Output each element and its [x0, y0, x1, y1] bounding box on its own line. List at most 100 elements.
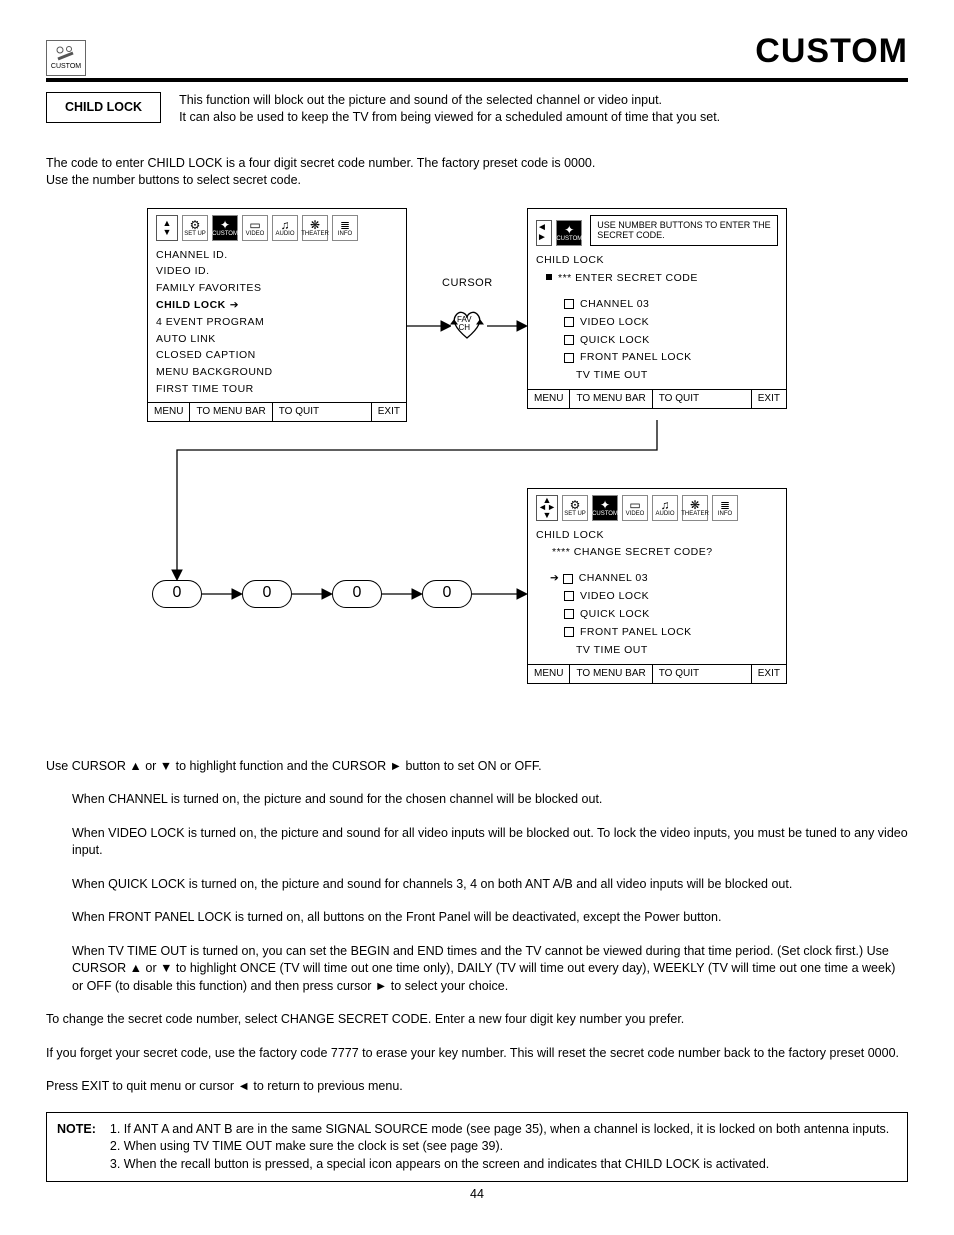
menu-list-1: CHANNEL ID. VIDEO ID. FAMILY FAVORITES C… [156, 247, 398, 398]
audio-icon: ♫AUDIO [272, 215, 298, 241]
theater-icon: ❋THEATER [682, 495, 708, 521]
menu-flow-diagram: ▲▼ ⚙SET UP ✦CUSTOM ▭VIDEO ♫AUDIO ❋THEATE… [47, 208, 907, 748]
menu-item-selected: CHILD LOCK➔ [156, 297, 398, 314]
footer-exit: EXIT [752, 390, 786, 408]
menu-panel-3: ▲▼ ◄► ⚙SET UP ✦CUSTOM ▭VIDEO ♫AUDIO ❋THE… [527, 488, 787, 684]
footer-quit: TO QUIT [653, 665, 752, 683]
footer-quit: TO QUIT [273, 403, 372, 421]
setup-icon: ⚙SET UP [182, 215, 208, 241]
flow-arrow-icon [487, 316, 527, 336]
header-rule [46, 78, 908, 82]
list-item: VIDEO LOCK [580, 316, 649, 328]
custom-tab-icon: ✦CUSTOM [556, 220, 582, 246]
note-3: 3. When the recall button is pressed, a … [110, 1156, 889, 1174]
list-item: CHANNEL 03 [579, 572, 648, 584]
instr-p4: When QUICK LOCK is turned on, the pictur… [72, 876, 908, 894]
instr-p3: When VIDEO LOCK is turned on, the pictur… [72, 825, 908, 860]
menu-item: MENU BACKGROUND [156, 364, 398, 381]
code-explain: The code to enter CHILD LOCK is a four d… [46, 155, 908, 190]
panel2-subtitle: *** ENTER SECRET CODE [558, 272, 698, 284]
panel-footer: MENU TO MENU BAR TO QUIT EXIT [528, 664, 786, 683]
custom-tab-icon: ✦CUSTOM [592, 495, 618, 521]
child-lock-intro: This function will block out the picture… [179, 92, 720, 127]
video-icon: ▭VIDEO [622, 495, 648, 521]
panel3-content: CHILD LOCK **** CHANGE SECRET CODE? ➔ CH… [536, 527, 778, 660]
menu-item: AUTO LINK [156, 331, 398, 348]
theater-icon: ❋THEATER [302, 215, 328, 241]
panel3-title: CHILD LOCK [536, 527, 778, 545]
instr-p8: If you forget your secret code, use the … [46, 1045, 908, 1063]
footer-menubar: TO MENU BAR [570, 665, 652, 683]
instr-p5: When FRONT PANEL LOCK is turned on, all … [72, 909, 908, 927]
instr-p6: When TV TIME OUT is turned on, you can s… [72, 943, 908, 996]
intro-line-1: This function will block out the picture… [179, 92, 720, 110]
fav-ch-button-icon: FAV CH [447, 304, 487, 344]
flow-arrow-icon [407, 316, 451, 336]
flow-arrow-icon [292, 586, 332, 602]
video-icon: ▭VIDEO [242, 215, 268, 241]
secret-hint-box: USE NUMBER BUTTONS TO ENTER THE SECRET C… [590, 215, 778, 247]
instr-p2: When CHANNEL is turned on, the picture a… [72, 791, 908, 809]
footer-menu: MENU [528, 665, 570, 683]
footer-menu: MENU [148, 403, 190, 421]
footer-menubar: TO MENU BAR [570, 390, 652, 408]
instructions-block: Use CURSOR ▲ or ▼ to highlight function … [46, 758, 908, 1096]
page-header: CUSTOM CUSTOM [46, 28, 908, 76]
menu-item: CLOSED CAPTION [156, 347, 398, 364]
menu-panel-2: ◄ ► ✦CUSTOM USE NUMBER BUTTONS TO ENTER … [527, 208, 787, 410]
setup-icon: ⚙SET UP [562, 495, 588, 521]
custom-icon: CUSTOM [46, 40, 86, 76]
list-item: VIDEO LOCK [580, 590, 649, 602]
info-icon: ≣INFO [712, 495, 738, 521]
icon-bar-2: ◄ ► ✦CUSTOM USE NUMBER BUTTONS TO ENTER … [536, 215, 778, 247]
list-item: TV TIME OUT [576, 369, 648, 381]
intro-line-2: It can also be used to keep the TV from … [179, 109, 720, 127]
custom-icon-label: CUSTOM [51, 62, 81, 72]
footer-menubar: TO MENU BAR [190, 403, 272, 421]
flow-arrow-icon [472, 586, 527, 602]
code-explain-l2: Use the number buttons to select secret … [46, 173, 301, 187]
panel-footer: MENU TO MENU BAR TO QUIT EXIT [148, 402, 406, 421]
panel2-content: CHILD LOCK *** ENTER SECRET CODE CHANNEL… [536, 252, 778, 385]
fav-ch-label: FAV CH [457, 316, 472, 332]
nav-arrows-leftright-icon: ◄ ► [536, 220, 552, 246]
custom-tab-icon: ✦CUSTOM [212, 215, 238, 241]
nav-arrows-updown-icon: ▲▼ [156, 215, 178, 241]
code-digit: 0 [242, 580, 292, 608]
code-digit: 0 [152, 580, 202, 608]
info-icon: ≣INFO [332, 215, 358, 241]
list-item: TV TIME OUT [576, 644, 648, 656]
note-label: NOTE: [57, 1121, 96, 1174]
child-lock-section: CHILD LOCK This function will block out … [46, 92, 908, 127]
instr-p9: Press EXIT to quit menu or cursor ◄ to r… [46, 1078, 908, 1096]
menu-item: FAMILY FAVORITES [156, 280, 398, 297]
code-digit: 0 [422, 580, 472, 608]
menu-item: FIRST TIME TOUR [156, 381, 398, 398]
list-item: FRONT PANEL LOCK [580, 351, 692, 363]
footer-exit: EXIT [752, 665, 786, 683]
flow-arrow-icon [382, 586, 422, 602]
note-2: 2. When using TV TIME OUT make sure the … [110, 1138, 889, 1156]
panel3-subtitle: **** CHANGE SECRET CODE? [536, 544, 778, 562]
list-item: QUICK LOCK [580, 608, 650, 620]
icon-bar-1: ▲▼ ⚙SET UP ✦CUSTOM ▭VIDEO ♫AUDIO ❋THEATE… [156, 215, 398, 241]
note-body: 1. If ANT A and ANT B are in the same SI… [110, 1121, 889, 1174]
page-number: 44 [46, 1186, 908, 1204]
instr-p7: To change the secret code number, select… [46, 1011, 908, 1029]
icon-bar-3: ▲▼ ◄► ⚙SET UP ✦CUSTOM ▭VIDEO ♫AUDIO ❋THE… [536, 495, 778, 521]
list-item: FRONT PANEL LOCK [580, 626, 692, 638]
menu-item: VIDEO ID. [156, 263, 398, 280]
child-lock-label-box: CHILD LOCK [46, 92, 161, 124]
audio-icon: ♫AUDIO [652, 495, 678, 521]
panel2-title: CHILD LOCK [536, 252, 778, 270]
code-explain-l1: The code to enter CHILD LOCK is a four d… [46, 156, 595, 170]
list-item: CHANNEL 03 [580, 298, 649, 310]
page-title: CUSTOM [755, 28, 908, 76]
flow-arrow-icon [202, 586, 242, 602]
footer-exit: EXIT [372, 403, 406, 421]
menu-item: 4 EVENT PROGRAM [156, 314, 398, 331]
list-item: QUICK LOCK [580, 334, 650, 346]
footer-menu: MENU [528, 390, 570, 408]
panel-footer: MENU TO MENU BAR TO QUIT EXIT [528, 389, 786, 408]
code-digit: 0 [332, 580, 382, 608]
